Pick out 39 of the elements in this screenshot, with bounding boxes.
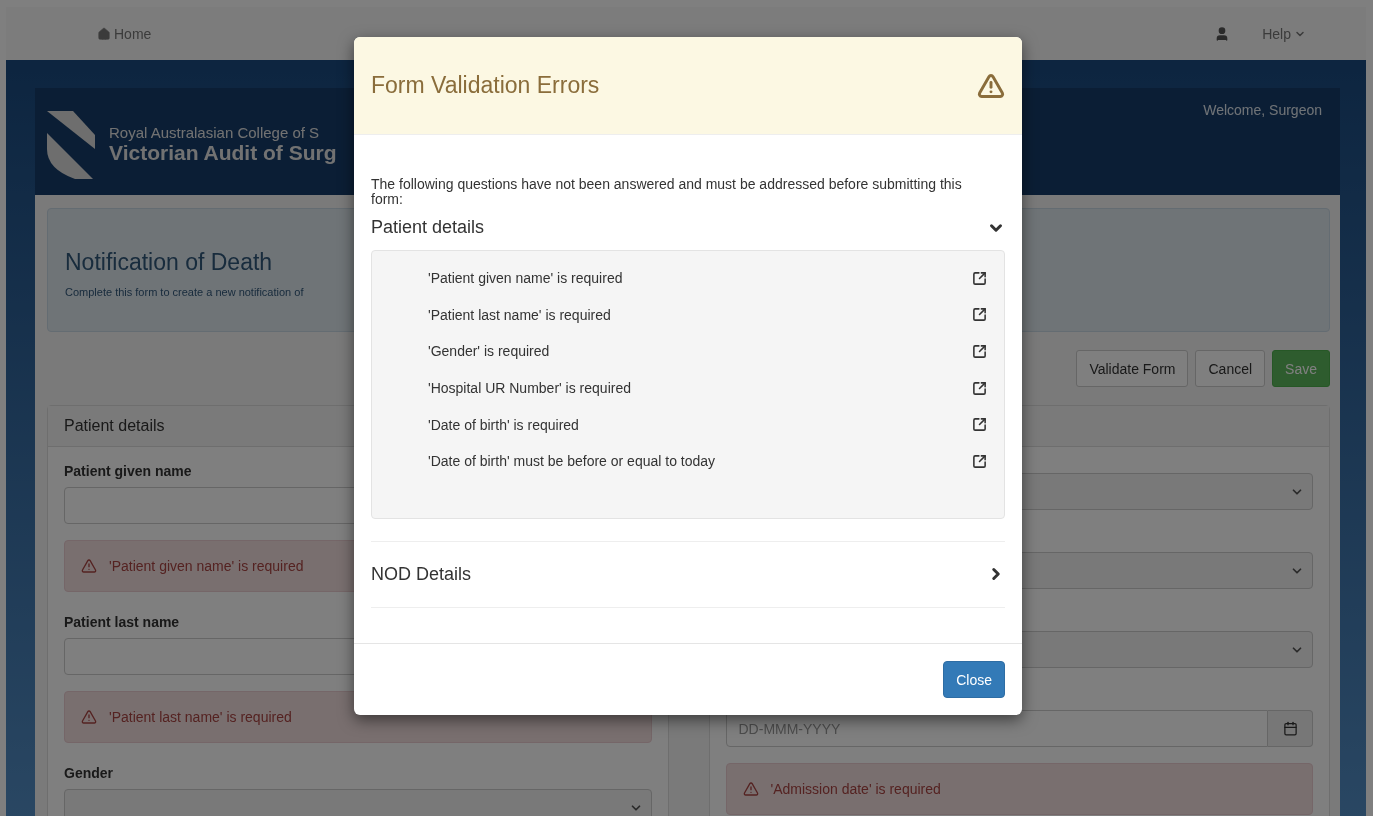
welcome-text: Welcome, Surgeon	[1203, 102, 1322, 120]
warning-icon	[81, 558, 97, 574]
error-message: 'Patient last name' is required	[428, 306, 611, 323]
warning-icon	[81, 709, 97, 725]
error-alert: 'Admission date' is required	[725, 763, 1313, 815]
home-link[interactable]: Home	[97, 25, 152, 42]
action-button[interactable]: Cancel	[1195, 350, 1266, 387]
home-icon	[97, 26, 111, 41]
external-link-icon[interactable]	[972, 307, 987, 323]
calendar-icon	[1282, 721, 1298, 736]
organisation-name: Royal Australasian College of S	[109, 124, 321, 141]
warning-icon	[742, 781, 759, 797]
error-message: 'Date of birth' is required	[428, 416, 579, 433]
external-link-icon[interactable]	[972, 270, 987, 286]
page-title: Notification of Death	[65, 249, 273, 276]
dialog-intro: The following questions have not been answered and must be addressed before submitting this form:	[371, 177, 963, 207]
section-toggle[interactable]: Patient details	[371, 207, 1005, 250]
close-button[interactable]: Close	[943, 661, 1005, 698]
calendar-button[interactable]	[1268, 710, 1313, 747]
logo-icon	[45, 108, 97, 181]
error-message: 'Hospital UR Number' is required	[428, 380, 631, 397]
site-title: Victorian Audit of Surg	[109, 141, 337, 165]
error-message: 'Gender' is required	[428, 343, 550, 360]
field-label: Patient last name	[64, 614, 181, 630]
field-label: Patient given name	[64, 463, 193, 479]
dialog-title: Form Validation Errors	[371, 72, 600, 99]
action-button[interactable]: Validate Form	[1076, 350, 1189, 387]
external-link-icon[interactable]	[972, 380, 987, 396]
error-message: 'Patient given name' is required	[428, 270, 623, 287]
error-message: 'Date of birth' must be before or equal to today	[428, 453, 716, 470]
warning-icon	[977, 71, 1005, 100]
page-subtitle: Complete this form to create a new notification of	[65, 286, 304, 298]
select-field[interactable]	[64, 789, 652, 816]
external-link-icon[interactable]	[972, 417, 987, 433]
section-toggle[interactable]: NOD Details	[371, 541, 1005, 607]
help-menu[interactable]: Help	[1262, 25, 1306, 42]
external-link-icon[interactable]	[972, 453, 987, 469]
field-label: Gender	[64, 765, 114, 781]
external-link-icon[interactable]	[972, 344, 987, 359]
